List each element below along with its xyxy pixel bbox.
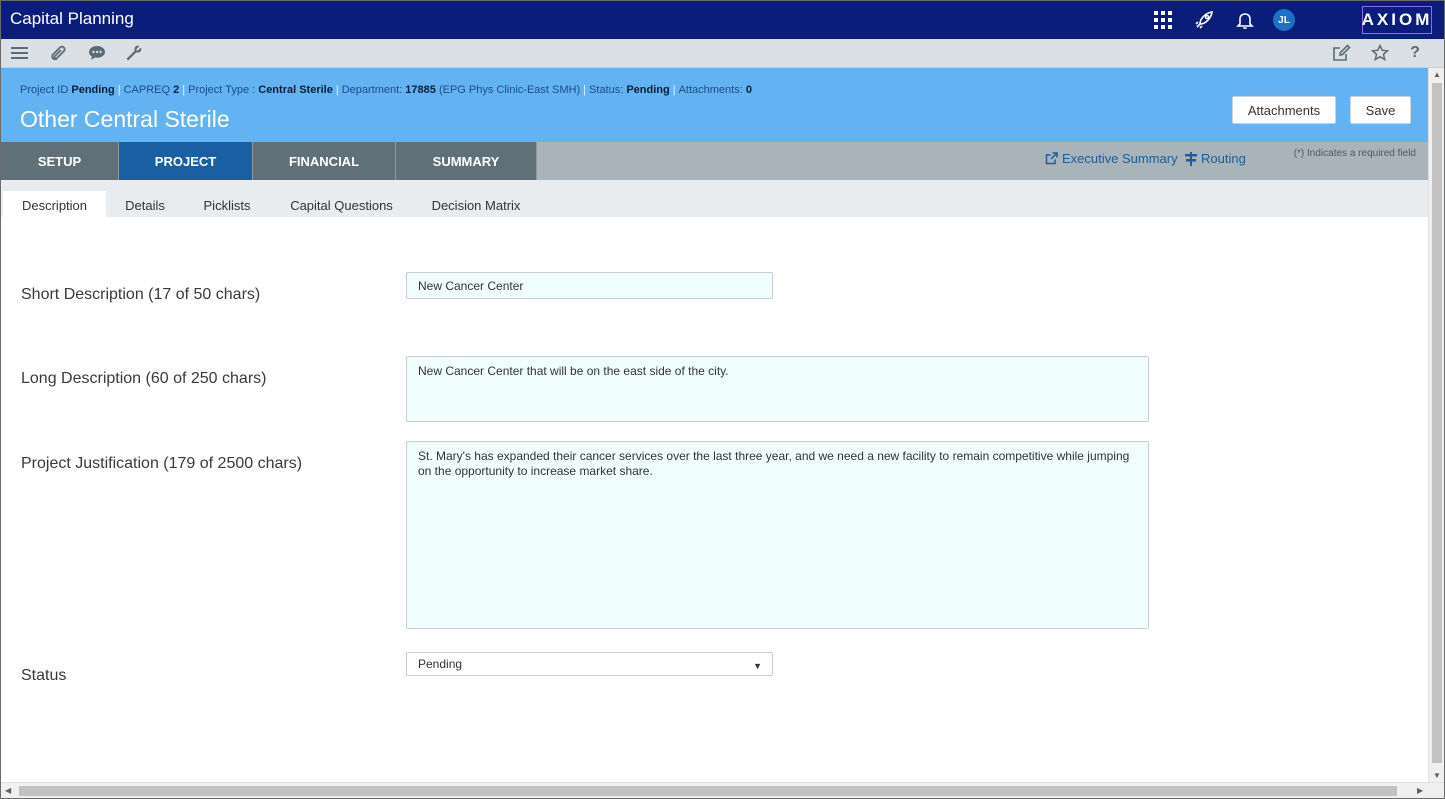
- chevron-down-icon: ▼: [753, 661, 762, 671]
- project-justification-textarea[interactable]: St. Mary's has expanded their cancer ser…: [406, 441, 1149, 629]
- horizontal-scrollbar[interactable]: ◀ ▶: [1, 782, 1444, 798]
- executive-summary-label: Executive Summary: [1062, 151, 1178, 166]
- status-select-value: Pending: [418, 657, 463, 671]
- routing-icon: [1185, 151, 1197, 166]
- menu-icon[interactable]: [10, 43, 30, 63]
- project-id-value: Pending: [71, 84, 115, 96]
- subtab-picklists[interactable]: Picklists: [191, 191, 263, 217]
- status-label: Status:: [589, 84, 624, 96]
- vertical-scroll-thumb[interactable]: [1432, 83, 1442, 763]
- department-name: (EPG Phys Clinic-East SMH): [438, 84, 581, 96]
- project-meta: Project ID Pending | CAPREQ 2 | Project Type…: [20, 84, 752, 96]
- chat-icon[interactable]: [87, 43, 107, 63]
- wrench-icon[interactable]: [124, 43, 144, 63]
- user-avatar[interactable]: JL: [1273, 9, 1295, 31]
- tab-summary[interactable]: SUMMARY: [396, 142, 537, 180]
- meta-separator: |: [672, 84, 676, 96]
- project-header: Project ID Pending | CAPREQ 2 | Project Type…: [1, 68, 1428, 142]
- axiom-logo: AXIOM: [1362, 6, 1432, 34]
- bell-icon[interactable]: [1232, 7, 1258, 33]
- required-field-note: (*) Indicates a required field: [1293, 148, 1416, 159]
- project-justification-label: Project Justification (179 of 2500 chars…: [21, 455, 303, 472]
- status-field-label: Status: [21, 667, 67, 684]
- scroll-right-icon[interactable]: ▶: [1417, 786, 1423, 795]
- meta-separator: |: [583, 84, 587, 96]
- top-bar-actions: JL AXIOM: [1135, 1, 1444, 39]
- department-label: Department:: [341, 84, 403, 96]
- subtab-details[interactable]: Details: [111, 191, 179, 217]
- paperclip-icon[interactable]: [48, 43, 68, 63]
- tab-project[interactable]: PROJECT: [119, 142, 253, 180]
- long-description-label: Long Description (60 of 250 chars): [21, 370, 267, 387]
- tab-setup[interactable]: SETUP: [1, 142, 119, 180]
- subtab-decision-matrix[interactable]: Decision Matrix: [421, 191, 531, 217]
- capreq-label: CAPREQ: [123, 84, 171, 96]
- vertical-scrollbar[interactable]: ▲ ▼: [1428, 68, 1444, 782]
- apps-grid-icon[interactable]: [1150, 7, 1176, 33]
- department-value: 17885: [405, 84, 436, 96]
- toolbar: ?: [1, 39, 1444, 68]
- attachments-count-value: 0: [745, 84, 752, 96]
- meta-separator: |: [182, 84, 186, 96]
- project-type-value: Central Sterile: [258, 84, 333, 96]
- routing-label: Routing: [1201, 151, 1246, 166]
- help-icon[interactable]: ?: [1405, 43, 1425, 63]
- subtab-description[interactable]: Description: [3, 191, 106, 217]
- short-description-label: Short Description (17 of 50 chars): [21, 286, 261, 303]
- star-icon[interactable]: [1370, 43, 1390, 63]
- attachments-button[interactable]: Attachments: [1232, 96, 1336, 124]
- status-value: Pending: [626, 84, 670, 96]
- executive-summary-link[interactable]: Executive Summary: [1045, 151, 1178, 166]
- external-link-icon: [1045, 152, 1058, 165]
- project-id-label: Project ID: [20, 84, 69, 96]
- long-description-textarea[interactable]: New Cancer Center that will be on the ea…: [406, 356, 1149, 422]
- main-tabs: SETUP PROJECT FINANCIAL SUMMARY Executiv…: [1, 142, 1428, 180]
- sub-tabs: Description Details Picklists Capital Qu…: [1, 180, 1428, 217]
- routing-link[interactable]: Routing: [1185, 151, 1246, 166]
- edit-icon[interactable]: [1331, 43, 1351, 63]
- scroll-left-icon[interactable]: ◀: [5, 786, 11, 795]
- meta-separator: |: [117, 84, 121, 96]
- project-type-label: Project Type :: [188, 84, 256, 96]
- page-title: Other Central Sterile: [20, 106, 230, 132]
- top-bar: Capital Planning JL AXIOM: [1, 1, 1444, 39]
- short-description-input[interactable]: New Cancer Center: [406, 272, 773, 299]
- save-button[interactable]: Save: [1350, 96, 1411, 124]
- app-window: Capital Planning JL AXIOM ? Project ID P…: [0, 0, 1445, 799]
- horizontal-scroll-thumb[interactable]: [19, 786, 1397, 796]
- status-select[interactable]: Pending ▼: [406, 652, 773, 676]
- attachments-count-label: Attachments:: [678, 84, 743, 96]
- app-title: Capital Planning: [10, 9, 134, 28]
- rocket-icon[interactable]: [1191, 7, 1217, 33]
- capreq-value: 2: [173, 84, 180, 96]
- tab-financial[interactable]: FINANCIAL: [253, 142, 396, 180]
- description-form: Short Description (17 of 50 chars) New C…: [1, 217, 1428, 782]
- subtab-capital-questions[interactable]: Capital Questions: [280, 191, 403, 217]
- meta-separator: |: [335, 84, 339, 96]
- scroll-down-icon[interactable]: ▼: [1433, 771, 1441, 780]
- scroll-up-icon[interactable]: ▲: [1433, 70, 1441, 79]
